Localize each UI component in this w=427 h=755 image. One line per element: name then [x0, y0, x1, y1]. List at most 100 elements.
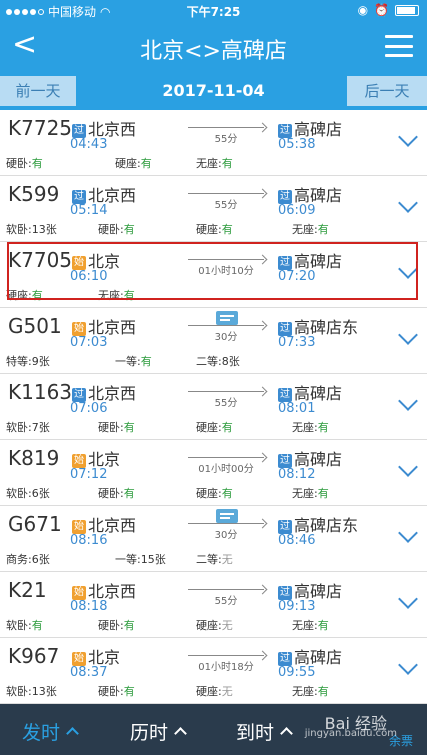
chevron-down-icon[interactable]: [398, 457, 418, 477]
chevron-down-icon[interactable]: [398, 127, 418, 147]
seat-count: 有: [31, 157, 43, 170]
route-arrow-icon: [188, 259, 264, 260]
route-arrow-icon: [188, 325, 264, 326]
chevron-down-icon[interactable]: [398, 391, 418, 411]
seat-class-label: 特等:: [6, 355, 32, 368]
seat-availability: 硬卧:有: [98, 617, 135, 633]
seat-class-label: 硬卧:: [98, 487, 124, 500]
arrival-time: 05:38: [278, 137, 316, 152]
departure-time: 04:43: [70, 137, 108, 152]
sort-arrive-button[interactable]: 到时: [236, 718, 293, 745]
train-number: G671: [8, 512, 62, 536]
seat-count: 有: [140, 355, 152, 368]
train-row[interactable]: G501 始北京西 07:03 30分过高碑店东 07:33 特等:9张 一等:有 二等:8张: [0, 308, 427, 374]
sort-depart-button[interactable]: 发时: [22, 718, 79, 745]
seat-count: 有: [123, 421, 135, 434]
seat-availability: 无座:有: [292, 485, 329, 501]
seat-count: 有: [31, 289, 43, 302]
departure-time: 07:03: [70, 335, 108, 350]
departure-time: 08:16: [70, 533, 108, 548]
pass-badge: 过: [278, 322, 292, 336]
seat-class-label: 软卧:: [6, 685, 32, 698]
arrival-time: 08:01: [278, 401, 316, 416]
pass-badge: 过: [278, 586, 292, 600]
seat-count: 有: [221, 157, 233, 170]
seat-class-label: 硬座:: [196, 685, 222, 698]
seat-class-label: 硬卧:: [98, 685, 124, 698]
seat-class-label: 软卧:: [6, 223, 32, 236]
origin-badge: 始: [72, 520, 86, 534]
train-row[interactable]: K819 始北京 07:12 01小时00分过高碑店 08:12 软卧:6张 硬卧:有 硬座:…: [0, 440, 427, 506]
watermark-url: jingyan.baidu.com: [304, 728, 397, 739]
route-arrow-icon: [188, 391, 264, 392]
origin-badge: 始: [72, 322, 86, 336]
pass-badge: 过: [72, 124, 86, 138]
seat-class-label: 二等:: [196, 553, 222, 566]
travel-duration: 30分: [214, 530, 238, 541]
seat-availability: 硬座:有: [196, 419, 233, 435]
status-right: ◉ ⏰: [358, 3, 419, 17]
arrival-time: 06:09: [278, 203, 316, 218]
sort-duration-button[interactable]: 历时: [130, 718, 187, 745]
caret-up-icon: [66, 727, 79, 740]
pass-badge: 过: [278, 256, 292, 270]
seat-class-label: 硬座:: [196, 619, 222, 632]
seat-availability: 无座:有: [292, 683, 329, 699]
train-row[interactable]: K1163 过北京西 07:06 55分过高碑店 08:01 软卧:7张 硬卧:有 硬座:有无…: [0, 374, 427, 440]
seat-count: 有: [221, 487, 233, 500]
departure-time: 05:14: [70, 203, 108, 218]
seat-availability: 无座:有: [292, 617, 329, 633]
seat-availability: 硬卧:有: [98, 221, 135, 237]
seat-count: 6张: [31, 487, 50, 500]
arrival-time: 08:12: [278, 467, 316, 482]
train-row[interactable]: K7705 始北京 06:10 01小时10分过高碑店 07:20 硬座:有 无座:有: [0, 242, 427, 308]
seat-availability: 一等:有: [115, 353, 152, 369]
next-day-button[interactable]: 后一天: [347, 76, 427, 106]
train-number: K1163: [8, 380, 73, 404]
train-number: K967: [8, 644, 60, 668]
seat-class-label: 硬卧:: [98, 223, 124, 236]
seat-count: 有: [317, 421, 329, 434]
seat-availability: 一等:15张: [115, 551, 166, 567]
seat-class-label: 无座:: [98, 289, 124, 302]
chevron-down-icon[interactable]: [398, 325, 418, 345]
seat-count: 有: [123, 619, 135, 632]
orientation-lock-icon: ◉: [357, 3, 369, 17]
train-number: K819: [8, 446, 60, 470]
chevron-down-icon[interactable]: [398, 523, 418, 543]
seat-class-label: 软卧:: [6, 619, 32, 632]
ticket-icon: [216, 311, 238, 325]
pass-badge: 过: [278, 520, 292, 534]
seat-count: 有: [317, 223, 329, 236]
departure-time: 06:10: [70, 269, 108, 284]
seat-class-label: 软卧:: [6, 421, 32, 434]
train-row[interactable]: G671 始北京西 08:16 30分过高碑店东 08:46 商务:6张 一等:15张 二等:…: [0, 506, 427, 572]
seat-count: 9张: [31, 355, 50, 368]
train-row[interactable]: K967 始北京 08:37 01小时18分过高碑店 09:55 软卧:13张 硬卧:有 硬座…: [0, 638, 427, 704]
travel-duration: 55分: [214, 596, 238, 607]
menu-icon[interactable]: [385, 35, 413, 57]
chevron-down-icon[interactable]: [398, 259, 418, 279]
travel-duration: 01小时00分: [198, 464, 254, 475]
seat-class-label: 商务:: [6, 553, 32, 566]
seat-availability: 硬座:无: [196, 617, 233, 633]
train-row[interactable]: K21 始北京西 08:18 55分过高碑店 09:13 软卧:有 硬卧:有 硬座:无 无座:有: [0, 572, 427, 638]
seat-count: 7张: [31, 421, 50, 434]
seat-availability: 二等:无: [196, 551, 233, 567]
route-arrow-icon: [188, 589, 264, 590]
train-row[interactable]: K599 过北京西 05:14 55分过高碑店 06:09 软卧:13张 硬卧:有 硬座:有无…: [0, 176, 427, 242]
route-arrow-icon: [188, 655, 264, 656]
train-number: K599: [8, 182, 60, 206]
chevron-down-icon[interactable]: [398, 193, 418, 213]
caret-up-icon: [174, 727, 187, 740]
chevron-down-icon[interactable]: [398, 655, 418, 675]
route-arrow-icon: [188, 523, 264, 524]
seat-availability: 软卧:13张: [6, 683, 57, 699]
seat-class-label: 一等:: [115, 553, 141, 566]
travel-duration: 55分: [214, 200, 238, 211]
seat-count: 有: [140, 157, 152, 170]
ticket-icon: [216, 509, 238, 523]
seat-class-label: 二等:: [196, 355, 222, 368]
chevron-down-icon[interactable]: [398, 589, 418, 609]
train-row[interactable]: K7725 过北京西 04:43 55分过高碑店 05:38 硬卧:有 硬座:有 无座:有: [0, 110, 427, 176]
